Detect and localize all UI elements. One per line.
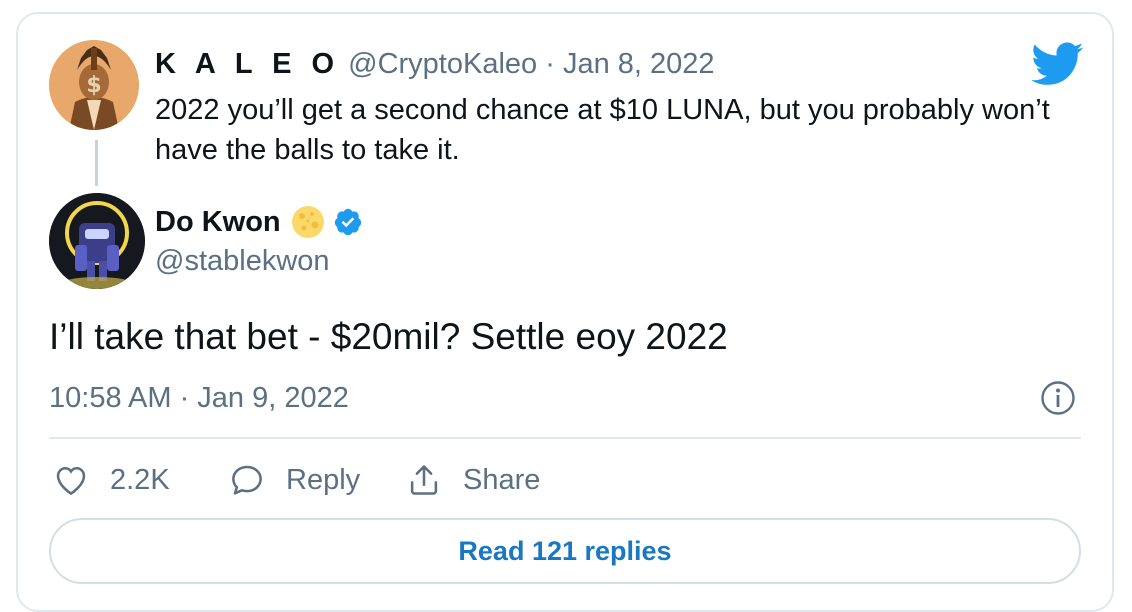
quoted-tweet-header: K A L E O @CryptoKaleo · Jan 8, 2022 [155, 46, 715, 82]
kaleo-avatar[interactable]: $ [49, 40, 139, 130]
like-button[interactable]: 2.2K [52, 458, 170, 502]
read-replies-button[interactable]: Read 121 replies [49, 518, 1081, 584]
moon-emoji-icon [291, 206, 324, 238]
quoted-date[interactable]: Jan 8, 2022 [563, 48, 715, 80]
author-name-row: Do Kwon [155, 202, 363, 242]
reply-bubble-icon [232, 465, 262, 495]
svg-text:$: $ [86, 73, 101, 98]
stablekwon-avatar-image [49, 193, 145, 289]
thread-connector-line [95, 140, 98, 186]
twitter-bird-icon[interactable] [1032, 42, 1084, 86]
reply-button[interactable]: Reply [228, 458, 360, 502]
share-button[interactable]: Share [405, 458, 540, 502]
quoted-separator: · [537, 48, 563, 80]
heart-icon [56, 467, 86, 496]
tweet-text: I’ll take that bet - $20mil? Settle eoy … [49, 316, 728, 357]
reply-label: Reply [286, 463, 361, 496]
author-handle[interactable]: @stablekwon [155, 243, 330, 279]
author-name[interactable]: Do Kwon [155, 206, 281, 239]
quoted-tweet-text: 2022 you’ll get a second chance at $10 L… [155, 94, 1050, 166]
like-count: 2.2K [110, 463, 170, 496]
kaleo-avatar-image: $ [49, 40, 139, 130]
stablekwon-avatar[interactable] [49, 193, 145, 289]
info-icon[interactable] [1040, 380, 1076, 416]
actions-divider [49, 437, 1081, 439]
tweet-timestamp[interactable]: 10:58 AM · Jan 9, 2022 [49, 380, 349, 416]
verified-badge-icon [334, 208, 361, 236]
quoted-author-name[interactable]: K A L E O [155, 48, 340, 80]
quoted-author-handle[interactable]: @CryptoKaleo [348, 48, 537, 80]
share-icon [410, 465, 438, 495]
share-label: Share [463, 463, 541, 496]
